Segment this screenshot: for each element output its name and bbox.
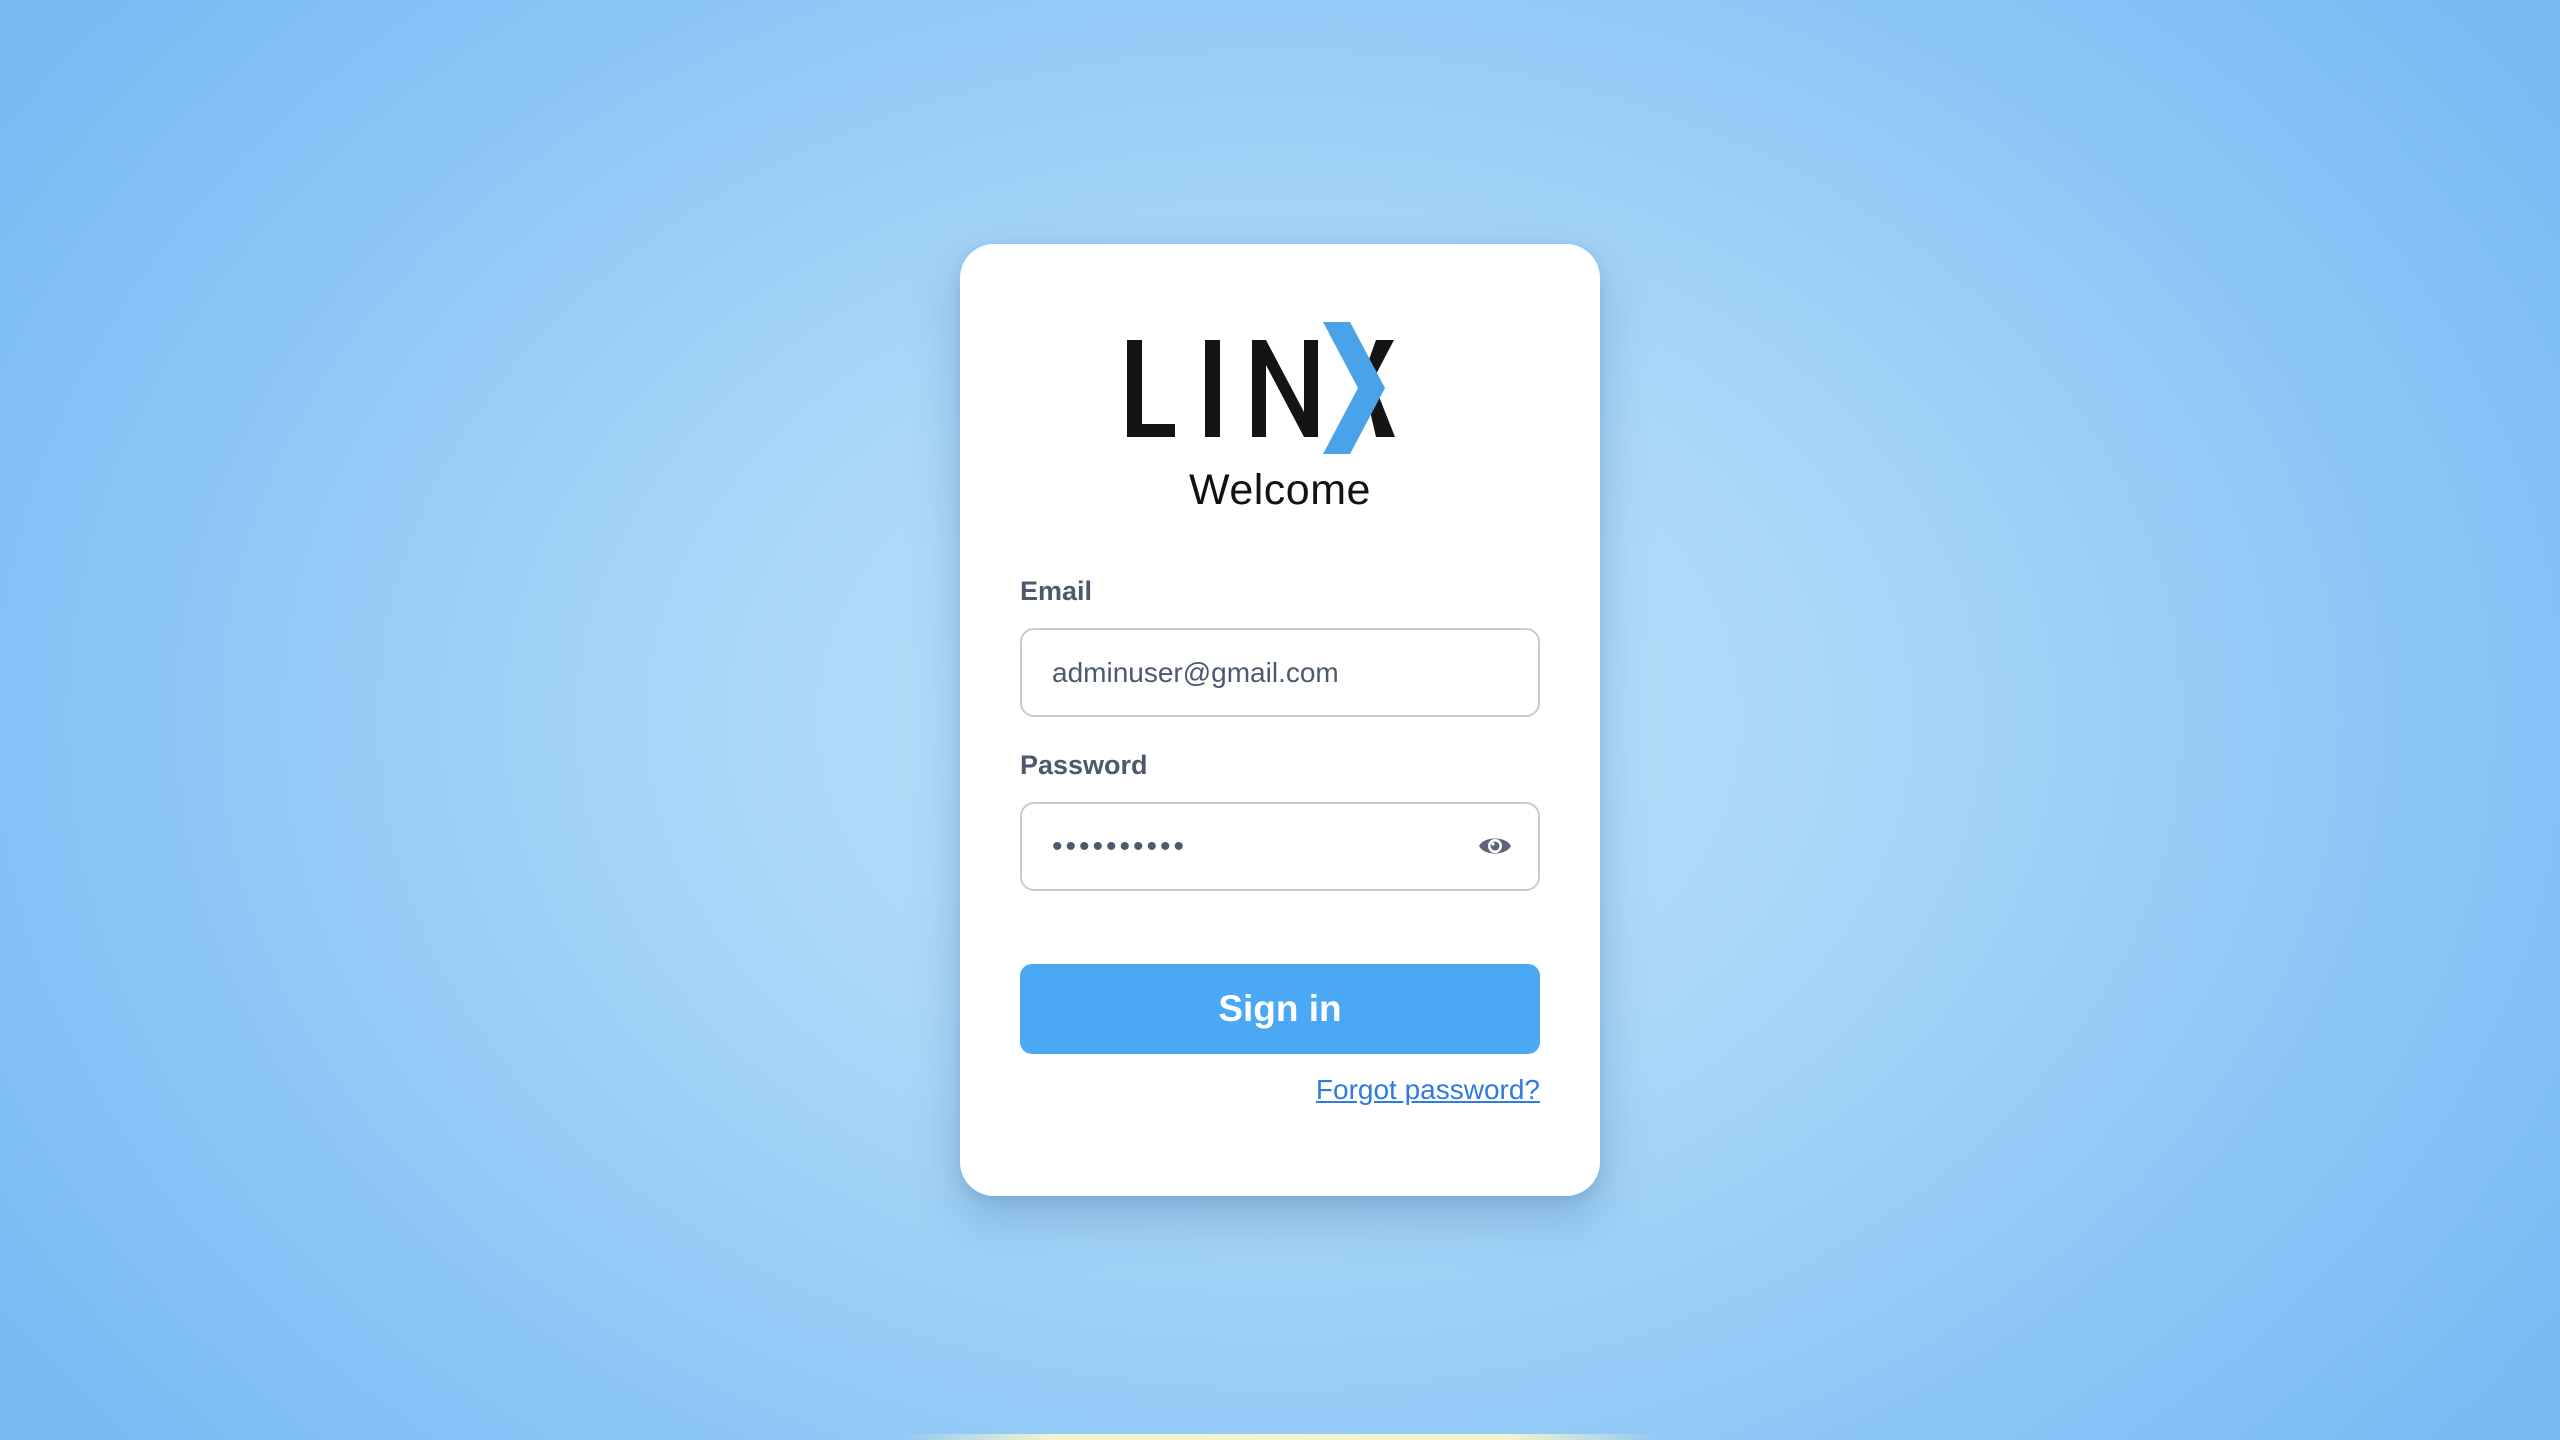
eye-icon[interactable] [1478,833,1512,859]
password-label: Password [1020,750,1148,780]
sign-in-button[interactable]: Sign in [1020,964,1540,1054]
forgot-password-link[interactable]: Forgot password? [1316,1074,1540,1106]
email-label: Email [1020,576,1093,606]
email-field[interactable] [1020,628,1540,717]
welcome-heading: Welcome [1189,466,1371,514]
bottom-edge-glow [900,1434,1660,1440]
login-card: Welcome Email Password Sign in Forgot pa… [960,244,1600,1196]
password-field[interactable] [1020,802,1540,891]
password-input[interactable] [1052,804,1492,889]
linx-logo [1127,322,1395,454]
email-input[interactable] [1052,630,1492,715]
login-page: { "brand": { "logo_text": "LINX", "logo_… [0,0,2560,1440]
